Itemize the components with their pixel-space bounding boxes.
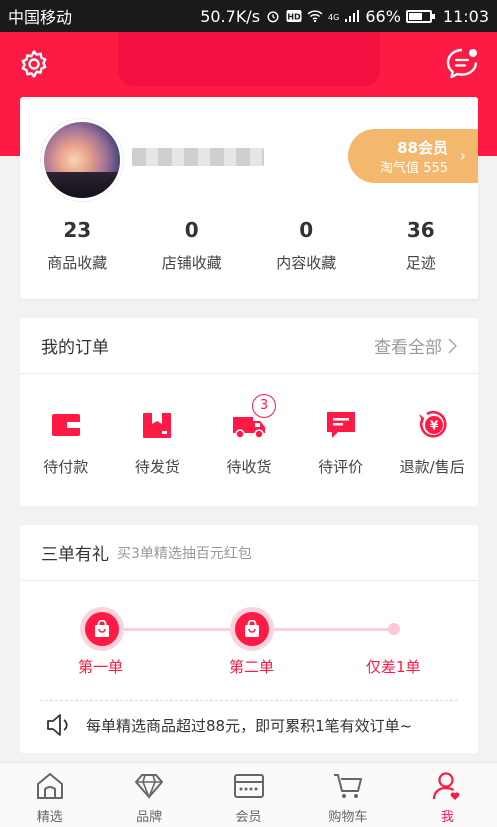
svg-text:¥: ¥	[430, 419, 439, 433]
hd-icon: HD	[286, 10, 302, 22]
username-redacted	[132, 148, 264, 166]
wallet-icon	[51, 414, 80, 436]
view-all-label: 查看全部	[374, 338, 442, 358]
profile-card: 88会员 淘气值 555 › 23 商品收藏 0 店铺收藏 0 内容收藏 36 …	[20, 97, 478, 299]
tab-label: 会员	[235, 810, 262, 825]
orders-card: 我的订单 查看全部 待付款 待发货 3 待收货 待评价 ¥ 退款/售后	[20, 318, 478, 506]
vip-title: 88会员	[397, 139, 448, 157]
person-icon	[433, 772, 460, 800]
stat-favorite-shops[interactable]: 0 店铺收藏	[135, 215, 250, 273]
speaker-icon	[47, 714, 68, 736]
signal-icon	[345, 10, 360, 22]
order-label: 待评价	[318, 458, 364, 476]
order-pending-receipt[interactable]: 3 待收货	[203, 394, 295, 477]
cart-icon	[333, 774, 362, 798]
stat-label: 店铺收藏	[161, 254, 222, 272]
refund-icon: ¥	[419, 411, 447, 438]
view-all-orders-link[interactable]: 查看全部	[374, 333, 457, 358]
order-pending-payment[interactable]: 待付款	[20, 408, 112, 477]
tab-label: 购物车	[328, 810, 368, 825]
battery-icon	[405, 9, 435, 23]
stats-row: 23 商品收藏 0 店铺收藏 0 内容收藏 36 足迹	[20, 215, 478, 273]
wifi-icon	[307, 10, 323, 23]
tab-cart[interactable]: 购物车	[298, 763, 397, 827]
order-label: 待付款	[43, 458, 89, 476]
stat-favorite-content[interactable]: 0 内容收藏	[249, 215, 364, 273]
order-pending-review[interactable]: 待评价	[295, 408, 387, 477]
network-type: 4G	[328, 12, 340, 22]
status-bar: 中国移动 50.7K/s HD 4G 66% 11:03	[0, 0, 497, 32]
order-status-row: 待付款 待发货 3 待收货 待评价 ¥ 退款/售后	[20, 374, 478, 477]
stat-label: 足迹	[405, 254, 436, 272]
stat-value: 36	[406, 218, 435, 242]
tab-label: 我	[440, 810, 454, 825]
bag-icon	[95, 620, 109, 637]
stat-value: 23	[63, 218, 92, 242]
package-icon	[143, 413, 172, 438]
tab-featured[interactable]: 精选	[0, 763, 99, 827]
receipt-count-badge: 3	[251, 394, 276, 418]
svg-text:HD: HD	[287, 13, 301, 22]
battery-percent: 66%	[365, 6, 401, 26]
step-done-2	[235, 612, 269, 646]
promo-header: 三单有礼 买3单精选抽百元红包	[20, 525, 478, 581]
diamond-icon	[135, 774, 164, 799]
stat-footprint[interactable]: 36 足迹	[364, 215, 479, 273]
step-label: 第一单	[78, 658, 124, 676]
notice-text: 每单精选商品超过88元，即可累积1笔有效订单~	[86, 716, 413, 735]
avatar[interactable]	[41, 119, 123, 201]
tab-label: 品牌	[136, 810, 163, 825]
status-indicators: 50.7K/s HD 4G 66% 11:03	[200, 7, 489, 26]
orders-header: 我的订单 查看全部	[20, 318, 478, 374]
order-label: 退款/售后	[399, 458, 465, 476]
step-label: 第二单	[229, 658, 275, 676]
carrier-name: 中国移动	[8, 8, 73, 27]
vip-score: 淘气值 555	[380, 161, 448, 176]
stat-value: 0	[299, 218, 314, 242]
promo-card: 三单有礼 买3单精选抽百元红包 第一单 第二单 仅差1单 每单精选商品超过88元…	[20, 525, 478, 753]
network-speed: 50.7K/s	[200, 6, 261, 26]
stat-favorite-products[interactable]: 23 商品收藏	[20, 215, 135, 273]
messages-button[interactable]	[444, 46, 480, 82]
stat-value: 0	[184, 218, 199, 242]
home-icon	[36, 773, 63, 799]
promo-notice: 每单精选商品超过88元，即可累积1笔有效订单~	[46, 713, 412, 737]
clock: 11:03	[442, 6, 489, 26]
gear-icon	[21, 50, 47, 78]
order-pending-shipment[interactable]: 待发货	[112, 408, 204, 477]
order-label: 待收货	[226, 458, 272, 476]
tab-brands[interactable]: 品牌	[99, 763, 198, 827]
orders-title: 我的订单	[41, 338, 109, 358]
bottom-tab-bar: 精选 品牌 会员 购物车 我	[0, 762, 497, 827]
chevron-right-icon: ›	[459, 146, 466, 165]
tab-label: 精选	[36, 810, 63, 825]
step-label: 仅差1单	[366, 658, 421, 676]
divider	[40, 700, 458, 701]
promo-title: 三单有礼	[41, 545, 109, 565]
stat-label: 内容收藏	[276, 254, 337, 272]
settings-button[interactable]	[16, 46, 52, 82]
comment-icon	[326, 412, 355, 438]
step-done-1	[85, 612, 119, 646]
step-pending-3	[388, 623, 400, 635]
header-decoration	[118, 32, 380, 86]
alarm-icon	[267, 11, 279, 23]
order-label: 待发货	[134, 458, 180, 476]
card-icon	[233, 774, 264, 798]
vip-badge-button[interactable]: 88会员 淘气值 555 ›	[348, 129, 478, 183]
order-refund-aftersales[interactable]: ¥ 退款/售后	[386, 408, 478, 477]
bag-icon	[245, 620, 259, 637]
stat-label: 商品收藏	[47, 254, 108, 272]
tab-me[interactable]: 我	[398, 763, 497, 827]
chevron-right-icon	[448, 337, 457, 354]
tab-membership[interactable]: 会员	[199, 763, 298, 827]
message-icon	[446, 48, 478, 79]
promo-subtitle: 买3单精选抽百元红包	[117, 545, 252, 562]
